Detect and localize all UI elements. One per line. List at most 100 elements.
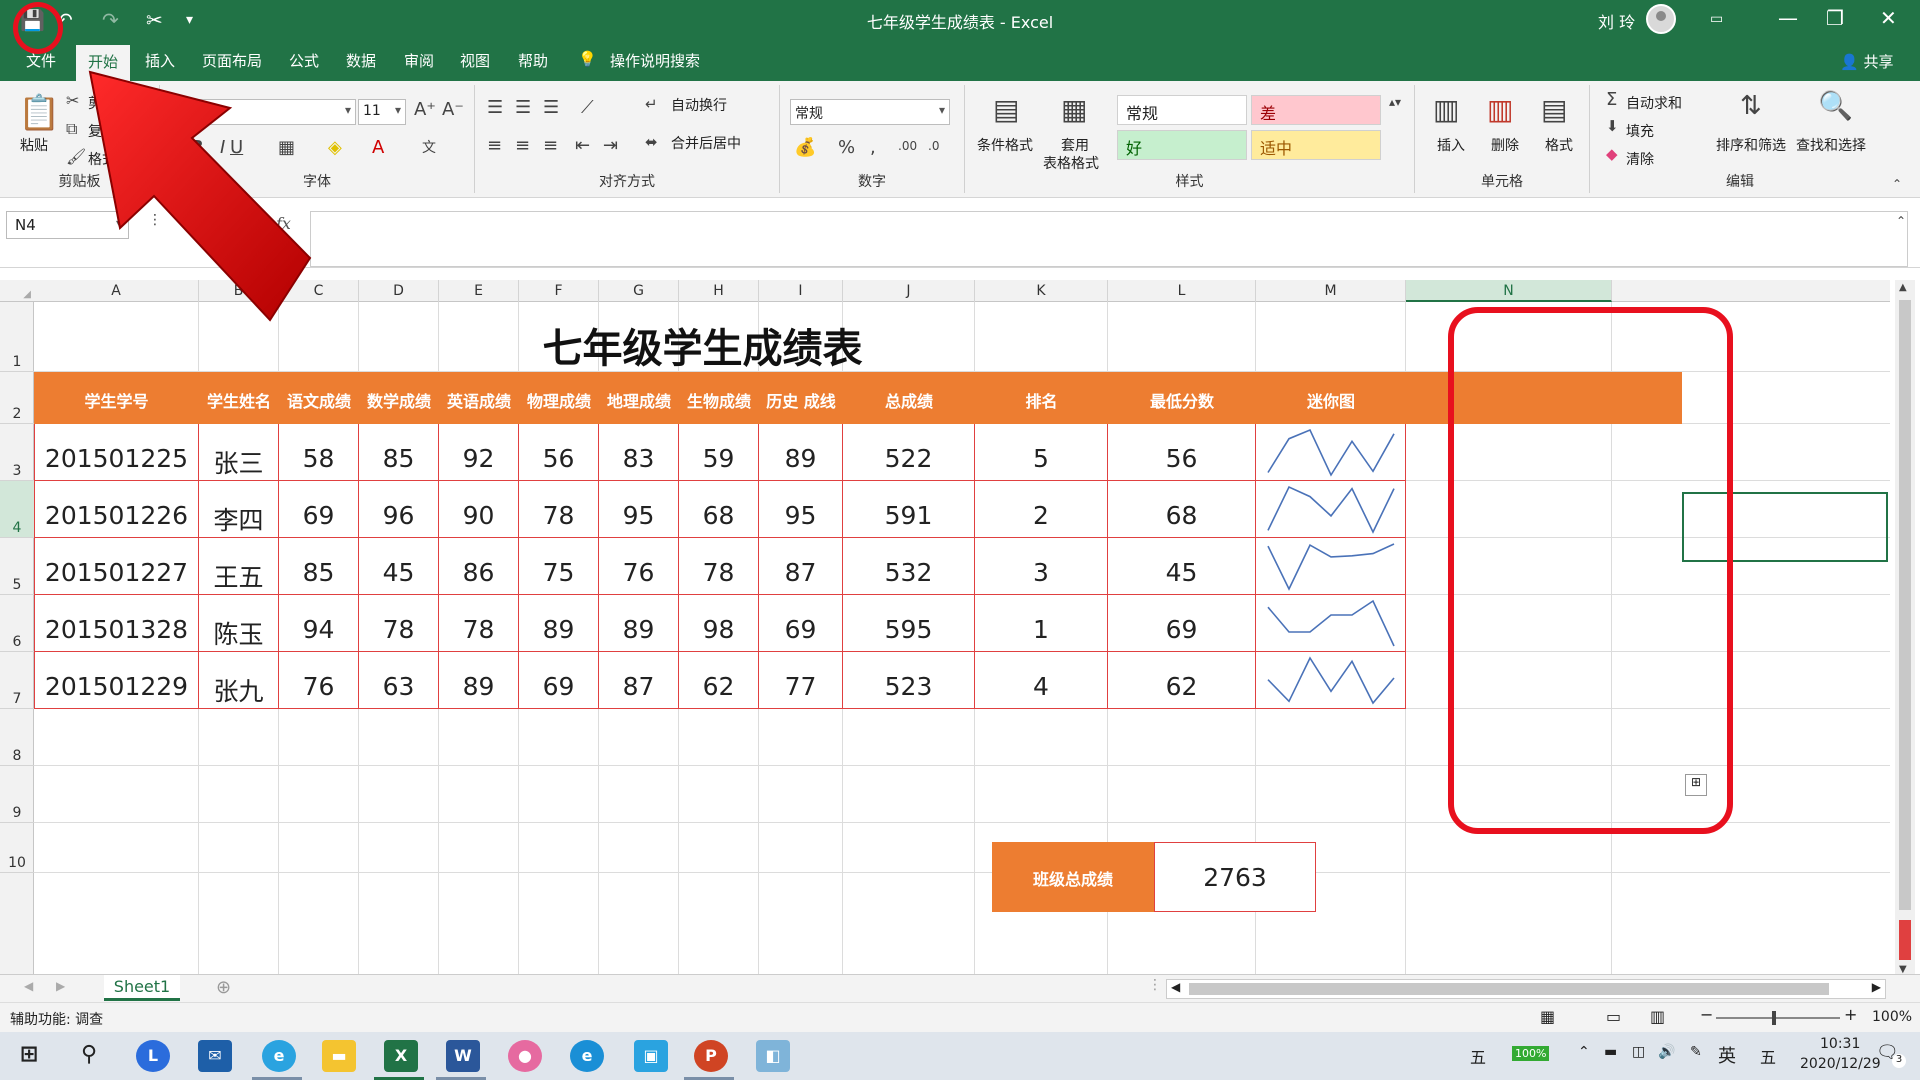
volume-icon[interactable]: 🔊 — [1658, 1044, 1675, 1060]
scroll-up-icon[interactable]: ▲ — [1899, 282, 1907, 293]
start-icon[interactable]: ⊞ — [12, 1040, 46, 1072]
decrease-font-icon[interactable]: A⁻ — [442, 99, 464, 120]
column-title[interactable]: 排名 — [975, 372, 1108, 424]
autosum-button[interactable]: 自动求和 — [1626, 93, 1682, 113]
sparkline-cell[interactable] — [1256, 481, 1406, 538]
table-cell[interactable]: 532 — [843, 538, 975, 595]
align-middle-icon[interactable]: ☰ — [515, 97, 531, 118]
table-cell[interactable]: 201501229 — [34, 652, 199, 709]
row-header-6[interactable]: 6 — [0, 595, 34, 652]
prev-sheet-icon[interactable]: ◀ — [24, 979, 33, 993]
collapse-ribbon-icon[interactable]: ⌃ — [1892, 177, 1902, 191]
sheet-tab-sheet1[interactable]: Sheet1 — [104, 975, 180, 1001]
table-cell[interactable]: 87 — [759, 538, 843, 595]
maximize-icon[interactable]: ❐ — [1826, 6, 1844, 30]
merge-center-icon[interactable]: ⬌ — [645, 133, 658, 151]
table-cell[interactable]: 201501328 — [34, 595, 199, 652]
pen-icon[interactable]: ✎ — [1690, 1044, 1702, 1060]
table-cell[interactable]: 69 — [279, 481, 359, 538]
horizontal-scrollbar[interactable]: ◀ ▶ — [1166, 979, 1886, 999]
style-normal[interactable]: 常规 — [1117, 95, 1247, 125]
row-header-5[interactable]: 5 — [0, 538, 34, 595]
clock-time[interactable]: 10:31 — [1820, 1036, 1860, 1052]
table-cell[interactable]: 85 — [359, 424, 439, 481]
column-title[interactable]: 学生姓名 — [199, 372, 279, 424]
battery-icon[interactable]: ▬ — [1604, 1044, 1617, 1060]
style-neutral[interactable]: 适中 — [1251, 130, 1381, 160]
table-cell[interactable]: 李四 — [199, 481, 279, 538]
paste-button[interactable]: 粘贴 — [20, 135, 48, 155]
decrease-indent-icon[interactable]: ⇤ — [575, 135, 590, 156]
align-left-icon[interactable]: ≡ — [487, 135, 502, 156]
excel-taskbar-icon[interactable]: X — [384, 1040, 418, 1072]
number-format-select[interactable]: 常规 — [790, 99, 950, 125]
copy-icon[interactable]: ⧉ — [66, 119, 77, 139]
zoom-level[interactable]: 100% — [1872, 1009, 1912, 1025]
fill-button[interactable]: 填充 — [1626, 121, 1654, 141]
column-title[interactable]: 迷你图 — [1256, 372, 1406, 424]
table-cell[interactable]: 92 — [439, 424, 519, 481]
autosum-icon[interactable]: Σ — [1606, 89, 1617, 110]
table-cell[interactable]: 2 — [975, 481, 1108, 538]
font-size-select[interactable]: 11 — [358, 99, 406, 125]
word-taskbar-icon[interactable]: W — [446, 1040, 480, 1072]
format-table-button-line1[interactable]: 套用 — [1061, 135, 1089, 155]
table-cell[interactable]: 95 — [759, 481, 843, 538]
ime-mode-icon[interactable]: 五 — [1760, 1044, 1776, 1068]
mail-icon[interactable]: ✉ — [198, 1040, 232, 1072]
select-all-corner[interactable]: ◢ — [0, 280, 34, 302]
class-total-value[interactable]: 2763 — [1154, 842, 1316, 912]
zoom-slider[interactable] — [1716, 1011, 1840, 1025]
table-cell[interactable]: 85 — [279, 538, 359, 595]
edge-icon[interactable]: e — [570, 1040, 604, 1072]
sparkline-cell[interactable] — [1256, 595, 1406, 652]
table-cell[interactable]: 62 — [1108, 652, 1256, 709]
column-header-g[interactable]: G — [599, 280, 679, 302]
table-cell[interactable]: 56 — [519, 424, 599, 481]
ribbon-display-icon[interactable]: ▭ — [1710, 11, 1723, 27]
styles-scroll-icon[interactable]: ▴▾ — [1389, 95, 1401, 109]
row-header-1[interactable]: 1 — [0, 302, 34, 372]
table-cell[interactable]: 69 — [759, 595, 843, 652]
conditional-format-button[interactable]: 条件格式 — [977, 135, 1033, 155]
table-cell[interactable]: 1 — [975, 595, 1108, 652]
ime-icon[interactable]: 五 — [1470, 1044, 1486, 1068]
battery-indicator[interactable]: 100% — [1512, 1046, 1550, 1061]
table-cell[interactable]: 89 — [599, 595, 679, 652]
sort-filter-button[interactable]: 排序和筛选 — [1716, 135, 1786, 155]
scroll-right-icon[interactable]: ▶ — [1872, 980, 1881, 994]
tab-help[interactable]: 帮助 — [518, 50, 548, 71]
file-explorer-icon[interactable]: ▬ — [322, 1040, 356, 1072]
table-cell[interactable]: 陈玉 — [199, 595, 279, 652]
column-title[interactable]: 数学成绩 — [359, 372, 439, 424]
sparkline-cell[interactable] — [1256, 424, 1406, 481]
style-bad[interactable]: 差 — [1251, 95, 1381, 125]
network-icon[interactable]: ◫ — [1632, 1044, 1645, 1060]
column-header-j[interactable]: J — [843, 280, 975, 302]
table-cell[interactable]: 89 — [519, 595, 599, 652]
table-cell[interactable]: 98 — [679, 595, 759, 652]
column-header-l[interactable]: L — [1108, 280, 1256, 302]
tab-review[interactable]: 审阅 — [404, 50, 434, 71]
splitter-icon[interactable]: ⋮ — [1148, 977, 1162, 993]
tab-data[interactable]: 数据 — [346, 50, 376, 71]
table-cell[interactable]: 94 — [279, 595, 359, 652]
share-button[interactable]: 👤 共享 — [1840, 51, 1893, 72]
column-title[interactable]: 物理成绩 — [519, 372, 599, 424]
cut-small-icon[interactable]: ✂ — [66, 91, 79, 110]
drop-app-icon[interactable]: ● — [508, 1040, 542, 1072]
decrease-decimal-icon[interactable]: .0 — [928, 139, 939, 153]
table-cell[interactable]: 68 — [679, 481, 759, 538]
class-total-label[interactable]: 班级总成绩 — [992, 842, 1154, 912]
table-cell[interactable]: 77 — [759, 652, 843, 709]
table-cell[interactable]: 76 — [599, 538, 679, 595]
app-l-icon[interactable]: L — [136, 1040, 170, 1072]
column-header-i[interactable]: I — [759, 280, 843, 302]
table-cell[interactable]: 58 — [279, 424, 359, 481]
table-cell[interactable]: 523 — [843, 652, 975, 709]
table-cell[interactable]: 90 — [439, 481, 519, 538]
format-table-icon[interactable]: ▦ — [1061, 93, 1087, 126]
sort-filter-icon[interactable]: ⇅ — [1740, 91, 1762, 121]
sparkline-cell[interactable] — [1256, 652, 1406, 709]
fill-color-icon[interactable]: ◈ — [328, 137, 342, 158]
